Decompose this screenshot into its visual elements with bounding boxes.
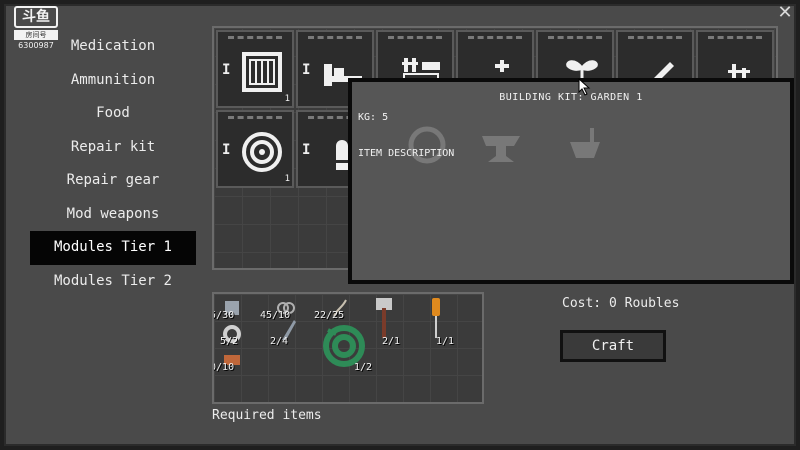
required-count: 10/10	[214, 362, 235, 373]
slot-handle	[308, 31, 362, 39]
sidebar-item-food[interactable]: Food	[30, 97, 196, 131]
required-items-grid: 105/30 45/10 22/25 2/1 1/1 5/2 2/4 1/2 1…	[212, 292, 484, 404]
slot-handle	[228, 111, 282, 119]
slot-handle	[468, 31, 522, 39]
slot-handle	[708, 31, 762, 39]
slot-tier: I	[222, 62, 231, 78]
required-count: 2/1	[382, 336, 401, 347]
target-icon	[242, 132, 282, 172]
slot-tier: I	[222, 142, 231, 158]
slot-tier: I	[302, 62, 311, 78]
required-count: 2/4	[270, 336, 289, 347]
crate-icon	[242, 52, 282, 92]
slot-count: 1	[284, 174, 290, 184]
category-sidebar: Medication Ammunition Food Repair kit Re…	[30, 30, 196, 298]
logo-mark: 斗鱼	[14, 6, 58, 28]
sidebar-item-ammunition[interactable]: Ammunition	[30, 64, 196, 98]
anvil-icon	[482, 136, 520, 162]
sidebar-item-modules-tier-1[interactable]: Modules Tier 1	[30, 231, 196, 265]
recycle-icon	[408, 126, 446, 164]
sidebar-item-mod-weapons[interactable]: Mod weapons	[30, 198, 196, 232]
hose-icon	[323, 325, 365, 367]
axe-icon	[376, 298, 392, 338]
required-count: 105/30	[214, 310, 235, 321]
required-count: 1/1	[436, 336, 455, 347]
slot-handle	[388, 31, 442, 39]
mouse-cursor-icon	[578, 78, 591, 96]
item-tooltip: BUILDING KIT: GARDEN 1 KG: 5 ITEM DESCRI…	[348, 78, 794, 284]
tooltip-title: BUILDING KIT: GARDEN 1	[499, 92, 643, 103]
craft-button[interactable]: Craft	[560, 330, 666, 362]
slot-tier: I	[302, 142, 311, 158]
slot-count: 1	[284, 94, 290, 104]
tooltip-weight: KG: 5	[358, 112, 389, 123]
recipe-slot[interactable]: I 1	[216, 30, 294, 108]
mortar-icon	[570, 128, 600, 158]
required-count: 5/2	[220, 336, 239, 347]
slot-handle	[228, 31, 282, 39]
recipe-slot[interactable]: I 1	[216, 110, 294, 188]
close-icon[interactable]: ✕	[776, 4, 794, 22]
sidebar-item-medication[interactable]: Medication	[30, 30, 196, 64]
sidebar-item-repair-kit[interactable]: Repair kit	[30, 131, 196, 165]
slot-handle	[628, 31, 682, 39]
screwdriver-icon	[432, 298, 440, 338]
sidebar-item-repair-gear[interactable]: Repair gear	[30, 164, 196, 198]
required-items-label: Required items	[212, 408, 322, 423]
sidebar-item-modules-tier-2[interactable]: Modules Tier 2	[30, 265, 196, 299]
cost-label: Cost: 0 Roubles	[562, 296, 680, 311]
required-count: 1/2	[354, 362, 373, 373]
slot-handle	[548, 31, 602, 39]
